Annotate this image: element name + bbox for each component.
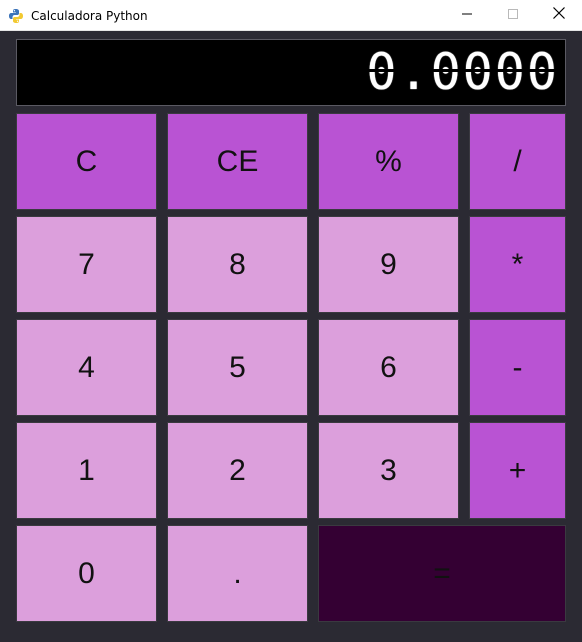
equals-button[interactable]: = <box>318 525 566 622</box>
digit-5-button[interactable]: 5 <box>167 319 308 416</box>
close-button[interactable] <box>536 0 582 30</box>
multiply-button[interactable]: * <box>469 216 566 313</box>
python-icon <box>8 8 24 24</box>
title-bar[interactable]: Calculadora Python <box>0 0 582 31</box>
decimal-button[interactable]: . <box>167 525 308 622</box>
minimize-icon <box>462 6 472 24</box>
maximize-button[interactable] <box>490 0 536 30</box>
close-icon <box>553 6 565 24</box>
clear-button[interactable]: C <box>16 113 157 210</box>
maximize-icon <box>508 6 518 24</box>
digit-1-button[interactable]: 1 <box>16 422 157 519</box>
add-button[interactable]: + <box>469 422 566 519</box>
divide-button[interactable]: / <box>469 113 566 210</box>
window-title: Calculadora Python <box>31 9 148 23</box>
calculator-window: Calculadora Python 0.0000 C CE % / 7 8 9… <box>0 0 582 642</box>
digit-8-button[interactable]: 8 <box>167 216 308 313</box>
digit-2-button[interactable]: 2 <box>167 422 308 519</box>
digit-0-button[interactable]: 0 <box>16 525 157 622</box>
minimize-button[interactable] <box>444 0 490 30</box>
digit-7-button[interactable]: 7 <box>16 216 157 313</box>
digit-3-button[interactable]: 3 <box>318 422 459 519</box>
subtract-button[interactable]: - <box>469 319 566 416</box>
digit-6-button[interactable]: 6 <box>318 319 459 416</box>
digit-9-button[interactable]: 9 <box>318 216 459 313</box>
digit-4-button[interactable]: 4 <box>16 319 157 416</box>
clear-entry-button[interactable]: CE <box>167 113 308 210</box>
result-display: 0.0000 <box>16 39 566 106</box>
display-value: 0.0000 <box>366 40 559 105</box>
percent-button[interactable]: % <box>318 113 459 210</box>
